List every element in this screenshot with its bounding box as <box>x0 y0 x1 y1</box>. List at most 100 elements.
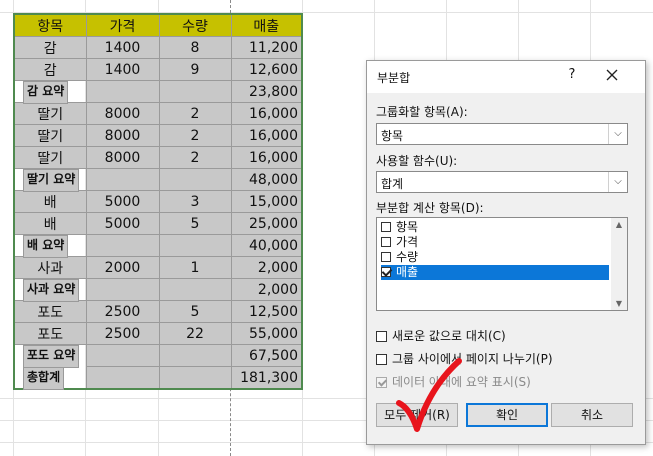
cell-item[interactable]: 포도 <box>13 300 87 323</box>
checkbox-icon[interactable] <box>381 222 391 232</box>
table-row: 감 1400 9 12,600 <box>13 58 303 81</box>
cell-qty[interactable]: 2 <box>158 146 232 169</box>
listbox-scrollbar[interactable]: ▲ ▼ <box>611 218 627 310</box>
cell-item[interactable]: 배 <box>13 212 87 235</box>
cell-qty[interactable] <box>158 168 232 191</box>
checkbox-icon[interactable] <box>381 252 391 262</box>
cell-price[interactable]: 2500 <box>85 322 160 345</box>
subtotal-row: 배 요약 40,000 <box>14 234 303 258</box>
cell-qty[interactable]: 22 <box>158 322 232 345</box>
cell-item[interactable]: 총합계 <box>23 366 65 390</box>
cell-sales[interactable]: 12,500 <box>230 300 303 323</box>
checkbox-checked-icon[interactable] <box>381 267 391 277</box>
cell-sales[interactable]: 2,000 <box>230 278 303 301</box>
cell-price[interactable] <box>85 168 160 191</box>
cell-qty[interactable] <box>158 344 232 367</box>
cell-item[interactable]: 감 <box>13 58 87 81</box>
chevron-down-icon[interactable]: ⌵ <box>608 124 627 144</box>
cell-qty[interactable]: 9 <box>158 58 232 81</box>
cell-price[interactable]: 8000 <box>85 146 160 169</box>
calc-items-label: 부분합 계산 항목(D): <box>376 201 484 215</box>
cell-price[interactable]: 2500 <box>85 300 160 323</box>
table-row: 포도 2500 5 12,500 <box>13 300 303 323</box>
calc-item-price[interactable]: 가격 <box>381 235 609 250</box>
cell-item[interactable]: 감 <box>13 36 87 59</box>
cell-price[interactable]: 1400 <box>85 36 160 59</box>
cell-price[interactable] <box>85 366 160 390</box>
cell-item[interactable]: 감 요약 <box>23 81 69 104</box>
group-by-select[interactable]: 항목 ⌵ <box>376 123 628 145</box>
cell-sales[interactable]: 25,000 <box>230 212 303 235</box>
cell-price[interactable]: 1400 <box>85 58 160 81</box>
replace-current-checkbox[interactable]: 새로운 값으로 대치(C) <box>376 327 506 344</box>
header-sales[interactable]: 매출 <box>230 13 303 37</box>
cell-item[interactable]: 포도 요약 <box>23 345 80 368</box>
cell-qty[interactable]: 2 <box>158 102 232 125</box>
cell-sales[interactable]: 16,000 <box>230 146 303 169</box>
cell-item[interactable]: 배 <box>13 190 87 213</box>
cell-price[interactable]: 8000 <box>85 124 160 147</box>
cell-item[interactable]: 포도 <box>13 322 87 345</box>
cell-price[interactable] <box>85 278 160 301</box>
cell-sales[interactable]: 15,000 <box>230 190 303 213</box>
header-price[interactable]: 가격 <box>85 13 160 37</box>
cell-sales[interactable]: 16,000 <box>230 102 303 125</box>
calc-items-listbox[interactable]: 항목 가격 수량 매출 ▲ ▼ <box>376 217 628 311</box>
cell-sales[interactable]: 48,000 <box>230 168 303 191</box>
checkbox-checked-icon[interactable] <box>376 377 387 388</box>
cell-sales[interactable]: 67,500 <box>230 344 303 367</box>
cell-sales[interactable]: 55,000 <box>230 322 303 345</box>
cell-item[interactable]: 사과 <box>13 256 87 279</box>
chevron-down-icon[interactable]: ⌵ <box>608 172 627 192</box>
cell-sales[interactable]: 12,600 <box>230 58 303 81</box>
cell-item[interactable]: 사과 요약 <box>23 279 80 302</box>
cell-price[interactable]: 5000 <box>85 212 160 235</box>
cell-price[interactable] <box>85 234 160 257</box>
cell-qty[interactable]: 1 <box>158 256 232 279</box>
cell-sales[interactable]: 2,000 <box>230 256 303 279</box>
cell-sales[interactable]: 23,800 <box>230 80 303 103</box>
checkbox-icon[interactable] <box>376 331 387 342</box>
header-item[interactable]: 항목 <box>13 13 87 37</box>
cell-price[interactable]: 8000 <box>85 102 160 125</box>
subtotal-row: 총합계 181,300 <box>14 366 303 390</box>
cell-item[interactable]: 딸기 <box>13 102 87 125</box>
cell-qty[interactable]: 8 <box>158 36 232 59</box>
cell-qty[interactable]: 5 <box>158 212 232 235</box>
header-qty[interactable]: 수량 <box>158 13 232 37</box>
dialog-titlebar[interactable]: 부분합 ? <box>367 61 645 93</box>
cell-price[interactable]: 2000 <box>85 256 160 279</box>
cell-qty[interactable] <box>158 234 232 257</box>
cell-sales[interactable]: 181,300 <box>230 366 303 390</box>
cell-qty[interactable] <box>158 278 232 301</box>
cell-qty[interactable] <box>158 80 232 103</box>
cell-item[interactable]: 배 요약 <box>23 235 69 258</box>
cell-qty[interactable]: 2 <box>158 124 232 147</box>
table-row: 딸기 8000 2 16,000 <box>13 146 303 169</box>
ok-button[interactable]: 확인 <box>466 403 548 427</box>
cell-price[interactable] <box>85 80 160 103</box>
cell-item[interactable]: 딸기 요약 <box>23 169 80 192</box>
cell-item[interactable]: 딸기 <box>13 146 87 169</box>
close-icon[interactable] <box>601 64 623 86</box>
calc-item-item[interactable]: 항목 <box>381 220 609 235</box>
cell-qty[interactable]: 5 <box>158 300 232 323</box>
cell-price[interactable] <box>85 344 160 367</box>
scroll-down-icon[interactable]: ▼ <box>611 299 627 308</box>
cell-item[interactable]: 딸기 <box>13 124 87 147</box>
cancel-button[interactable]: 취소 <box>551 403 633 427</box>
cell-price[interactable]: 5000 <box>85 190 160 213</box>
cell-sales[interactable]: 11,200 <box>230 36 303 59</box>
function-select[interactable]: 합계 ⌵ <box>376 171 628 193</box>
cell-qty[interactable] <box>158 366 232 390</box>
scroll-up-icon[interactable]: ▲ <box>611 220 627 229</box>
checkbox-icon[interactable] <box>381 237 391 247</box>
red-checkmark-icon <box>396 358 462 432</box>
checkbox-icon[interactable] <box>376 354 387 365</box>
calc-item-sales[interactable]: 매출 <box>381 265 609 280</box>
calc-item-qty[interactable]: 수량 <box>381 250 609 265</box>
cell-sales[interactable]: 40,000 <box>230 234 303 257</box>
cell-sales[interactable]: 16,000 <box>230 124 303 147</box>
cell-qty[interactable]: 3 <box>158 190 232 213</box>
help-button[interactable]: ? <box>563 67 581 82</box>
